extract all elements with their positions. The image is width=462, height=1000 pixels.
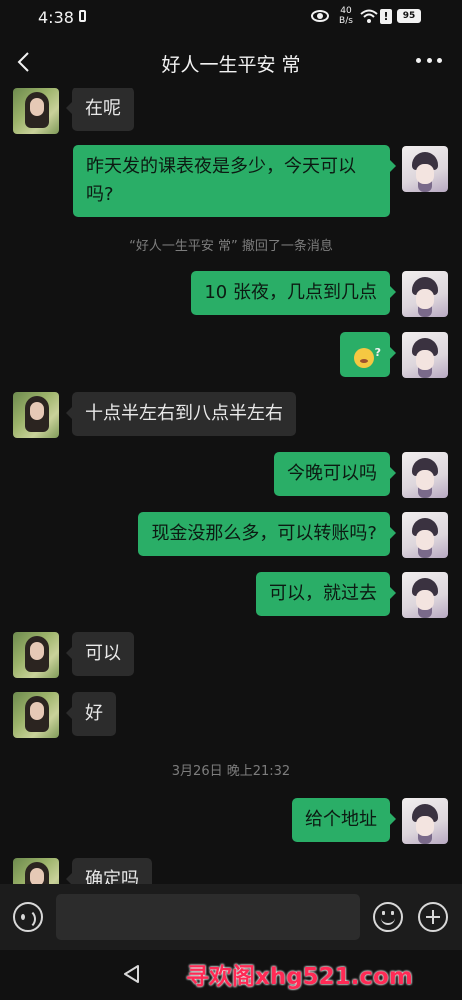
my-avatar[interactable] (402, 271, 448, 317)
network-speed-unit: B/s (339, 16, 353, 26)
watermark: 寻欢阁xhg521.com (186, 964, 413, 990)
status-bar: 4:38 40 B/s ! 95 (0, 0, 462, 36)
contact-avatar[interactable] (13, 88, 59, 134)
wifi-icon (360, 9, 378, 23)
my-avatar[interactable] (402, 512, 448, 558)
eye-icon (311, 10, 329, 22)
network-speed-value: 40 (340, 6, 352, 16)
chat-header: 好人一生平安 常 (0, 36, 462, 88)
triangle-back-icon[interactable] (122, 964, 142, 984)
message-bubble[interactable]: 现金没那么多，可以转账吗? (138, 512, 396, 556)
message-bubble[interactable]: 好 (66, 692, 116, 736)
more-dots-icon[interactable] (416, 58, 442, 66)
my-avatar[interactable] (402, 452, 448, 498)
message-bubble[interactable]: 今晚可以吗 (274, 452, 396, 496)
message-bubble[interactable]: 可以 (66, 632, 134, 676)
my-avatar[interactable] (402, 798, 448, 844)
battery-icon: 95 (397, 9, 421, 23)
message-bubble[interactable]: 昨天发的课表夜是多少，今天可以吗? (73, 145, 396, 217)
chat-title: 好人一生平安 常 (161, 54, 301, 76)
network-speed: 40 B/s (336, 6, 356, 26)
message-bubble[interactable]: 十点半左右到八点半左右 (66, 392, 296, 436)
lock-icon (79, 10, 86, 22)
contact-avatar[interactable] (13, 632, 59, 678)
sticker-bubble[interactable] (340, 332, 396, 377)
status-time: 4:38 (38, 8, 74, 27)
message-bubble[interactable]: 在呢 (66, 88, 134, 131)
emoji-icon[interactable] (373, 902, 403, 932)
message-bubble[interactable]: 给个地址 (292, 798, 396, 842)
voice-icon[interactable] (13, 902, 43, 932)
confused-emoji-icon (354, 339, 381, 368)
alert-icon: ! (380, 9, 392, 24)
my-avatar[interactable] (402, 572, 448, 618)
message-input[interactable] (56, 894, 360, 940)
my-avatar[interactable] (402, 332, 448, 378)
contact-avatar[interactable] (13, 858, 59, 884)
message-bubble[interactable]: 确定吗 (66, 858, 152, 884)
contact-avatar[interactable] (13, 692, 59, 738)
message-list[interactable]: 在呢 昨天发的课表夜是多少，今天可以吗? “好人一生平安 常” 撤回了一条消息 … (0, 88, 462, 884)
input-bar (0, 884, 462, 950)
recall-notice: “好人一生平安 常” 撤回了一条消息 (129, 239, 333, 254)
plus-icon[interactable] (418, 902, 448, 932)
message-bubble[interactable]: 10 张夜，几点到几点 (191, 271, 396, 315)
timestamp: 3月26日 晚上21:32 (171, 764, 291, 779)
my-avatar[interactable] (402, 146, 448, 192)
message-bubble[interactable]: 可以，就过去 (256, 572, 396, 616)
contact-avatar[interactable] (13, 392, 59, 438)
